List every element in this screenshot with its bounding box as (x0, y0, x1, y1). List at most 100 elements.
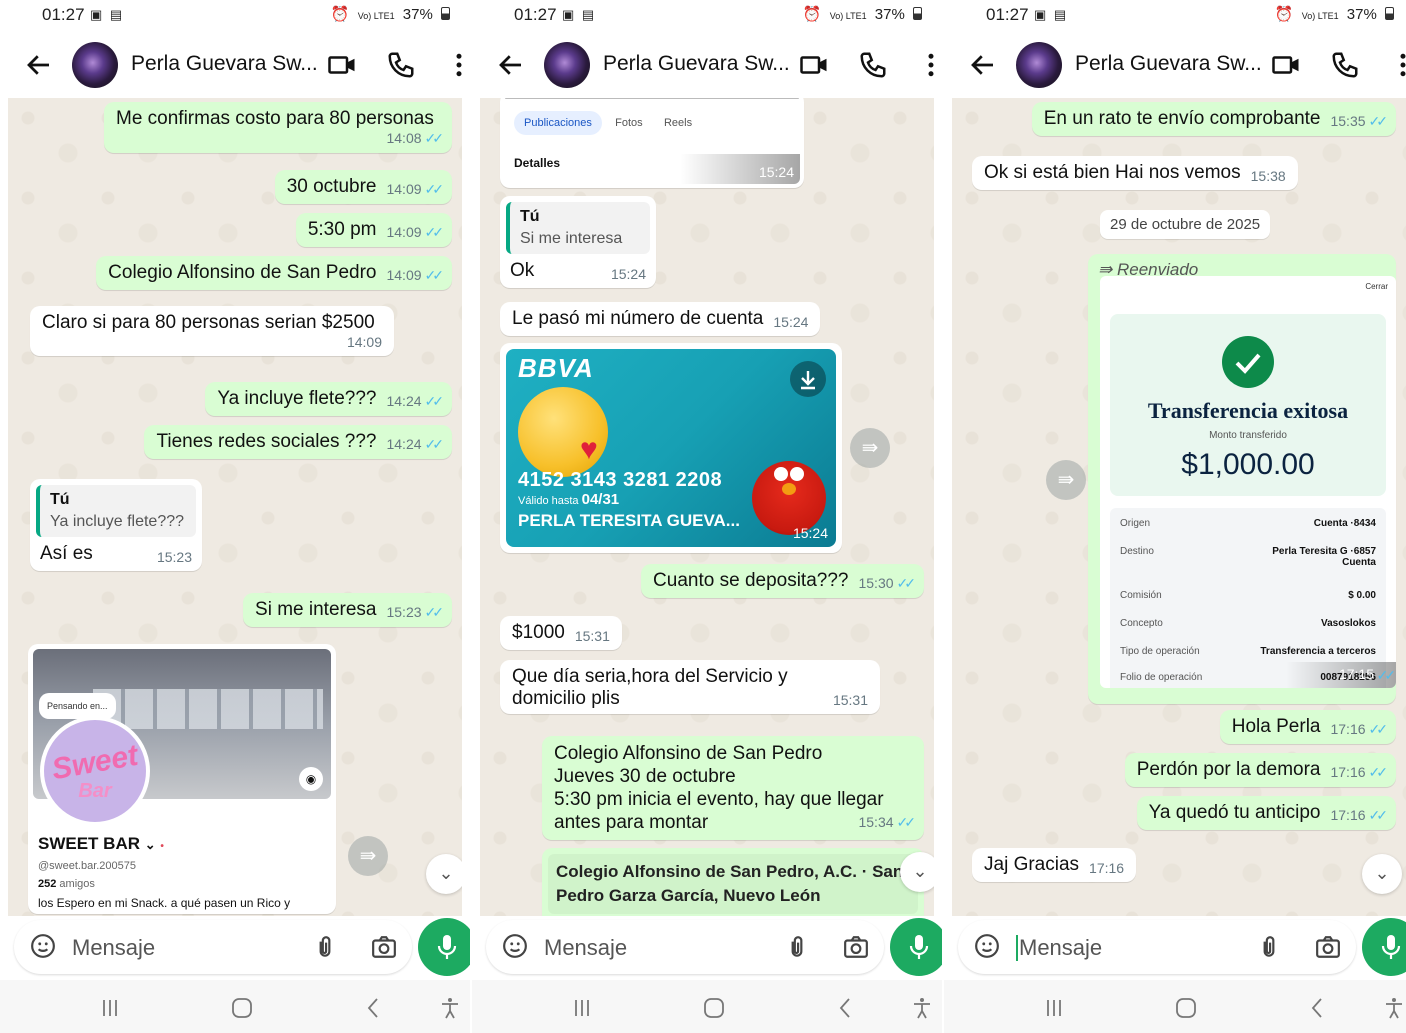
quoted-message[interactable]: Tú Si me interesa (506, 202, 650, 254)
message-text: Así es (40, 543, 93, 564)
message-bubble[interactable]: Perdón por la demora 17:16 ✓✓ (1124, 753, 1396, 787)
avatar[interactable] (72, 42, 118, 88)
message-bubble[interactable]: Ok si está bien Hai nos vemos 15:38 (972, 156, 1298, 190)
message-time: 14:24 (386, 393, 422, 409)
message-bubble[interactable]: 5:30 pm 14:09 ✓✓ (295, 213, 452, 247)
image-message[interactable]: BBVA ♥ 4152 3143 3281 2208 Válido hasta … (500, 343, 842, 553)
message-input[interactable]: Mensaje (958, 920, 1356, 974)
message-bubble[interactable]: Hola Perla 17:16 ✓✓ (1219, 710, 1396, 744)
message-input[interactable]: Mensaje (14, 920, 412, 974)
mic-button[interactable] (1362, 918, 1406, 976)
forward-icon[interactable]: ⇛ (1046, 460, 1086, 500)
mic-button[interactable] (890, 918, 942, 976)
message-list[interactable]: En un rato te envío comprobante 15:35 ✓✓ O… (952, 98, 1406, 916)
phone-icon[interactable] (386, 50, 416, 80)
forwarded-image-message[interactable]: ⇛ Reenviado Cerrar Transferencia exitosa… (1088, 254, 1396, 704)
phone-icon[interactable] (1330, 50, 1360, 80)
message-text: Claro si para 80 personas serian $2500 (42, 312, 375, 333)
recents-icon[interactable] (98, 996, 122, 1020)
facebook-profile-screenshot: Publicaciones Fotos Reels Detalles 15:24 (504, 98, 800, 184)
contact-name[interactable]: Perla Guevara Sw... (603, 52, 790, 76)
shared-profile-card[interactable]: Pensando en... ◉ Sweet Bar SWEET BAR ⌄ •… (28, 644, 336, 914)
message-bubble[interactable]: Le pasó mi número de cuenta 15:24 (500, 302, 821, 336)
message-bubble[interactable]: Claro si para 80 personas serian $2500 1… (30, 306, 394, 356)
phone-icon[interactable] (858, 50, 888, 80)
message-bubble[interactable]: Tú Si me interesa Ok 15:24 (500, 196, 656, 288)
message-bubble[interactable]: $1000 15:31 (500, 616, 622, 650)
contact-name[interactable]: Perla Guevara Sw... (131, 52, 318, 76)
message-bubble[interactable]: 30 octubre 14:09 ✓✓ (274, 170, 452, 204)
nav-back-icon[interactable] (1306, 996, 1330, 1020)
avatar[interactable] (544, 42, 590, 88)
more-vert-icon[interactable] (444, 50, 470, 80)
back-arrow-icon[interactable] (968, 50, 998, 80)
chevron-down-icon[interactable]: ⌄ (900, 852, 934, 892)
message-bubble[interactable]: Colegio Alfonsino de San Pedro 14:09 ✓✓ (96, 256, 452, 290)
location-preview[interactable]: Colegio Alfonsino de San Pedro, A.C. · S… (548, 854, 918, 914)
attach-icon[interactable] (312, 933, 338, 961)
chevron-down-icon[interactable]: ⌄ (1362, 854, 1402, 894)
message-bubble[interactable]: Si me interesa 15:23 ✓✓ (243, 593, 452, 627)
message-bubble[interactable]: Que día seria,hora del Servicio y domici… (500, 660, 880, 714)
receipt-subtitle: Monto transferido (1209, 430, 1287, 441)
message-bubble[interactable]: Cuanto se deposita??? 15:30 ✓✓ (641, 564, 924, 598)
message-bubble[interactable]: Jaj Gracias 17:16 (972, 848, 1137, 882)
mic-button[interactable] (418, 918, 470, 976)
download-icon[interactable] (790, 361, 826, 397)
composer: Mensaje (480, 918, 942, 976)
quoted-message[interactable]: Tú Ya incluye flete??? (36, 485, 196, 537)
camera-icon[interactable] (1314, 934, 1342, 960)
camera-icon[interactable] (370, 934, 398, 960)
accessibility-icon[interactable] (438, 996, 462, 1020)
home-icon[interactable] (702, 996, 726, 1020)
back-arrow-icon[interactable] (24, 50, 54, 80)
recents-icon[interactable] (1042, 996, 1066, 1020)
message-input[interactable]: Mensaje (486, 920, 884, 974)
attach-icon[interactable] (784, 933, 810, 961)
message-time: 17:16 (1089, 860, 1125, 876)
avatar[interactable] (1016, 42, 1062, 88)
sticker-icon[interactable] (974, 933, 1000, 959)
message-bubble[interactable]: Colegio Alfonsino de San Pedro Jueves 30… (542, 736, 924, 840)
read-ticks-icon: ✓✓ (424, 181, 445, 197)
accessibility-icon[interactable] (910, 996, 934, 1020)
sticker-icon[interactable] (30, 933, 56, 959)
video-call-icon[interactable] (1271, 50, 1301, 80)
home-icon[interactable] (1174, 996, 1198, 1020)
attach-icon[interactable] (1256, 933, 1282, 961)
forward-icon[interactable]: ⇛ (348, 836, 388, 876)
chat-header: Perla Guevara Sw... (0, 30, 470, 98)
more-vert-icon[interactable] (916, 50, 942, 80)
message-text: Ok (510, 260, 535, 281)
message-bubble[interactable]: Ya quedó tu anticipo 17:16 ✓✓ (1136, 796, 1396, 830)
message-bubble[interactable]: Me confirmas costo para 80 personas 14:0… (104, 102, 452, 153)
sticker-icon[interactable] (502, 933, 528, 959)
image-message[interactable]: Publicaciones Fotos Reels Detalles 15:24 (500, 98, 804, 188)
recents-icon[interactable] (570, 996, 594, 1020)
contact-name[interactable]: Perla Guevara Sw... (1075, 52, 1262, 76)
camera-icon[interactable] (842, 934, 870, 960)
message-bubble[interactable]: Ya incluye flete??? 14:24 ✓✓ (205, 382, 452, 416)
camera-icon[interactable]: ◉ (299, 767, 323, 791)
chevron-down-icon[interactable]: ⌄ (426, 854, 462, 894)
forward-icon[interactable]: ⇛ (850, 428, 890, 468)
message-time: 15:23 (156, 549, 192, 565)
nav-back-icon[interactable] (362, 996, 386, 1020)
nav-back-icon[interactable] (834, 996, 858, 1020)
message-bubble[interactable]: Tú Ya incluye flete??? Así es 15:23 (30, 479, 202, 571)
message-line: Colegio Alfonsino de San Pedro (554, 743, 823, 764)
message-list[interactable]: Publicaciones Fotos Reels Detalles 15:24… (480, 98, 934, 916)
message-bubble[interactable]: En un rato te envío comprobante 15:35 ✓✓ (1031, 102, 1396, 136)
chat-header: Perla Guevara Sw... (944, 30, 1406, 98)
more-vert-icon[interactable] (1388, 50, 1406, 80)
section-title: Detalles (514, 156, 561, 170)
back-arrow-icon[interactable] (496, 50, 526, 80)
video-call-icon[interactable] (799, 50, 829, 80)
video-call-icon[interactable] (327, 50, 357, 80)
home-icon[interactable] (230, 996, 254, 1020)
location-message[interactable]: Colegio Alfonsino de San Pedro, A.C. · S… (542, 848, 924, 916)
accessibility-icon[interactable] (1382, 996, 1406, 1020)
message-list[interactable]: Me confirmas costo para 80 personas 14:0… (8, 98, 462, 916)
message-time: 14:09 (386, 181, 422, 197)
message-bubble[interactable]: Tienes redes sociales ??? 14:24 ✓✓ (144, 425, 452, 459)
